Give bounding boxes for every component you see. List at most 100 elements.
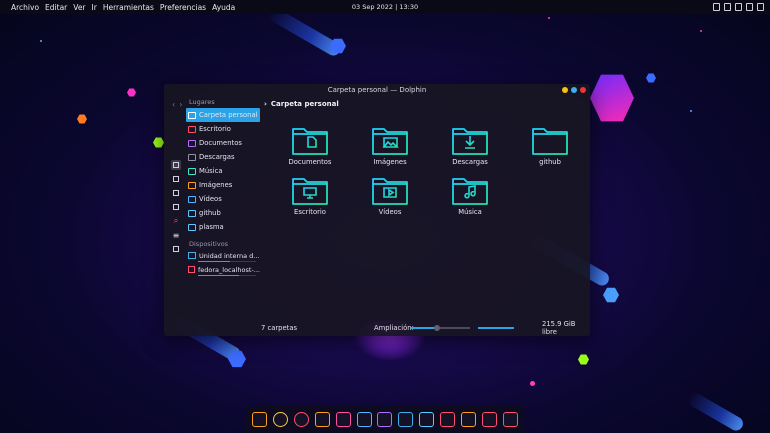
file-item[interactable]: github [510,124,590,166]
preview-button[interactable] [171,244,181,254]
grid-icon [173,162,179,168]
compact-icon [173,176,179,182]
window-title: Carpeta personal — Dolphin [327,86,427,94]
wallpaper-hexagon [578,354,589,365]
firefox-app-icon[interactable] [293,411,309,427]
wallpaper-star [548,17,550,19]
maximize-button[interactable] [571,87,577,93]
menu-archivo[interactable]: Archivo [8,3,42,12]
pictures-icon [188,181,196,189]
chrome-app-icon[interactable] [272,411,288,427]
wallpaper-hexagon [646,73,656,83]
sidebar-item-escritorio[interactable]: Escritorio [186,122,260,136]
file-label: Escritorio [294,208,326,216]
window-buttons [562,87,586,93]
breadcrumb-current[interactable]: Carpeta personal [271,100,339,108]
folder-count: 7 carpetas [261,324,298,332]
sidebar-item-plasma[interactable]: plasma [186,220,260,234]
file-item[interactable]: Vídeos [350,174,430,216]
wallpaper-star [700,30,702,32]
trash-app-icon[interactable] [503,411,519,427]
photo-app-icon[interactable] [461,411,477,427]
sidebar-item-imagenes[interactable]: Imágenes [186,178,260,192]
menu-editar[interactable]: Editar [42,3,70,12]
search-button[interactable]: ⌕ [171,216,181,226]
sidebar-item-documentos[interactable]: Documentos [186,136,260,150]
folder-icon [188,209,196,217]
forward-arrow-icon[interactable]: › [179,100,182,109]
search-icon: ⌕ [173,216,179,225]
sidebar-item-label: Imágenes [199,181,233,189]
file-item[interactable]: Escritorio [270,174,350,216]
git-app-icon[interactable] [482,411,498,427]
places-sidebar: Lugares Carpeta personal Escritorio Docu… [186,96,260,278]
breadcrumb[interactable]: › Carpeta personal [264,100,339,108]
sidebar-item-carpeta-personal[interactable]: Carpeta personal [186,108,260,122]
files-app-icon[interactable] [251,411,267,427]
sidebar-item-label: plasma [199,223,224,231]
downloads-icon [188,153,196,161]
system-tray [713,3,764,11]
global-menu: Archivo Editar Ver Ir Herramientas Prefe… [0,3,238,12]
capacity-bar [478,327,514,329]
details-icon [173,204,179,210]
file-item[interactable]: Música [430,174,510,216]
image-icon [173,246,179,252]
file-item[interactable]: Documentos [270,124,350,166]
menu-button[interactable]: ≡ [171,230,181,240]
split-view-button[interactable] [171,188,181,198]
sidebar-device-fedora[interactable]: fedora_localhost-... [186,264,260,278]
battery-icon[interactable] [724,3,731,11]
telegram-app-icon[interactable] [398,411,414,427]
folder-icon [188,223,196,231]
menu-herramientas[interactable]: Herramientas [100,3,157,12]
wallpaper-star [690,110,692,112]
sidebar-item-descargas[interactable]: Descargas [186,150,260,164]
back-arrow-icon[interactable]: ‹ [172,100,175,109]
volume-icon[interactable] [735,3,742,11]
menu-ver[interactable]: Ver [70,3,88,12]
kdenlive-app-icon[interactable] [440,411,456,427]
wallpaper-hexagon [127,88,136,97]
desktop-icon [188,125,196,133]
store-app-icon[interactable] [335,411,351,427]
sidebar-item-label: Carpeta personal [199,111,258,119]
minimize-button[interactable] [562,87,568,93]
writer-app-icon[interactable] [356,411,372,427]
status-bar: 7 carpetas Ampliación: 215.9 GiB libre [164,320,590,336]
menu-preferencias[interactable]: Preferencias [157,3,209,12]
window-titlebar[interactable]: Carpeta personal — Dolphin [164,84,590,96]
compact-view-button[interactable] [171,174,181,184]
file-grid: Documentos Imágenes Descargas github Escrito… [270,124,590,216]
sidebar-item-musica[interactable]: Música [186,164,260,178]
icon-view-button[interactable] [171,160,181,170]
network-icon[interactable] [746,3,753,11]
sidebar-device-internal[interactable]: Unidad interna d... [186,250,260,264]
terminal-app-icon[interactable] [419,411,435,427]
clipboard-icon[interactable] [713,3,720,11]
zoom-slider-track[interactable] [440,327,470,329]
downloads-folder-icon [452,128,488,155]
file-item[interactable]: Descargas [430,124,510,166]
places-section-title: Lugares [189,98,215,106]
split-icon [173,190,179,196]
sidebar-item-videos[interactable]: Vídeos [186,192,260,206]
wallpaper-hexagon [153,137,164,148]
device-usage-bar [198,274,256,277]
side-toolbar: ⌕ ≡ [170,160,182,254]
file-label: Imágenes [373,158,407,166]
settings-app-icon[interactable] [314,411,330,427]
sidebar-item-github[interactable]: github [186,206,260,220]
device-label: fedora_localhost-... [197,265,260,274]
image-viewer-app-icon[interactable] [377,411,393,427]
music-folder-icon [452,178,488,205]
menu-ir[interactable]: Ir [89,3,100,12]
wallpaper-star [530,381,535,386]
file-item[interactable]: Imágenes [350,124,430,166]
close-button[interactable] [580,87,586,93]
videos-icon [188,195,196,203]
menu-ayuda[interactable]: Ayuda [209,3,238,12]
folder-icon [532,128,568,155]
details-view-button[interactable] [171,202,181,212]
notifications-icon[interactable] [757,3,764,11]
